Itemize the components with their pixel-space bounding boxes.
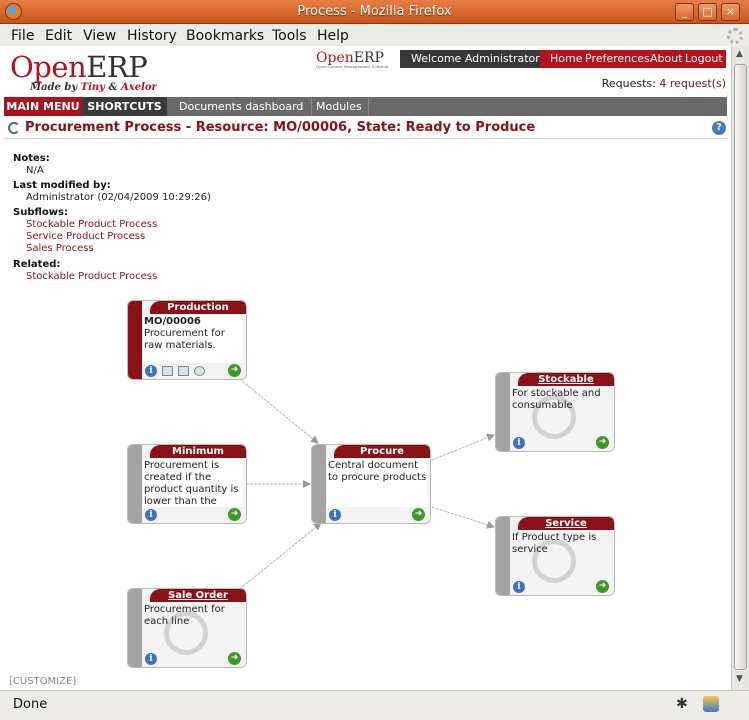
node-procure[interactable]: Procure Central document to procure prod… bbox=[311, 444, 431, 524]
vertical-scrollbar[interactable]: ▲ ▼ bbox=[731, 46, 749, 690]
edge-procure-service bbox=[431, 506, 495, 529]
scroll-down-icon[interactable]: ▼ bbox=[736, 674, 743, 684]
node-stockable-text: For stockable and consumable bbox=[512, 388, 601, 411]
print-icon[interactable] bbox=[178, 366, 189, 376]
go-icon[interactable]: ➜ bbox=[596, 580, 609, 593]
node-sale-order-text: Procurement for each line bbox=[144, 604, 225, 627]
close-button[interactable]: × bbox=[721, 3, 740, 21]
menu-history[interactable]: History bbox=[127, 28, 177, 44]
edge-saleorder-procure bbox=[235, 522, 322, 593]
node-minimum[interactable]: Minimum Procurement is created if the pr… bbox=[127, 444, 247, 524]
node-service-text: If Product type is service bbox=[512, 532, 597, 555]
status-text: Done bbox=[13, 697, 48, 712]
menu-tools[interactable]: Tools bbox=[272, 28, 307, 44]
go-icon[interactable]: ➜ bbox=[412, 508, 425, 521]
info-icon[interactable]: i bbox=[513, 581, 525, 593]
menu-view[interactable]: View bbox=[83, 28, 116, 44]
addon-icon[interactable] bbox=[703, 696, 719, 712]
gears-icon[interactable] bbox=[194, 366, 205, 376]
edge-procure-stockable bbox=[431, 433, 495, 461]
node-stockable[interactable]: Stockable For stockable and consumable i… bbox=[495, 372, 615, 452]
go-icon[interactable]: ➜ bbox=[596, 436, 609, 449]
go-icon[interactable]: ➜ bbox=[228, 652, 241, 665]
edge-production-procure bbox=[235, 375, 319, 444]
menu-file[interactable]: File bbox=[11, 28, 34, 44]
menu-help[interactable]: Help bbox=[317, 28, 349, 44]
menu-edit[interactable]: Edit bbox=[45, 28, 72, 44]
menu-bookmarks[interactable]: Bookmarks bbox=[186, 28, 264, 44]
menu-bar: File Edit View History Bookmarks Tools H… bbox=[0, 24, 749, 46]
node-procure-text: Central document to procure products bbox=[328, 460, 427, 483]
node-sale-order[interactable]: Sale Order Procurement for each line i ➜ bbox=[127, 588, 247, 668]
node-service[interactable]: Service If Product type is service i ➜ bbox=[495, 516, 615, 596]
status-bar: Done ✱ bbox=[0, 690, 749, 720]
info-icon[interactable]: i bbox=[145, 509, 157, 521]
node-production[interactable]: Production MO/00006 Procurement for raw … bbox=[127, 300, 247, 380]
throbber-icon bbox=[727, 28, 743, 44]
minimize-button[interactable]: _ bbox=[675, 3, 694, 21]
node-sale-order-title[interactable]: Sale Order bbox=[150, 589, 246, 602]
customize-link[interactable]: [CUSTOMIZE] bbox=[9, 676, 76, 687]
folder-icon[interactable] bbox=[162, 366, 173, 376]
bug-icon[interactable]: ✱ bbox=[676, 696, 688, 712]
info-icon[interactable]: i bbox=[513, 437, 525, 449]
info-icon[interactable]: i bbox=[145, 653, 157, 665]
node-minimum-title: Minimum bbox=[150, 445, 246, 458]
node-production-code: MO/00006 bbox=[144, 316, 201, 327]
go-icon[interactable]: ➜ bbox=[228, 508, 241, 521]
node-procure-title: Procure bbox=[334, 445, 430, 458]
page-content: OpenERP Made by Tiny & Axelor OpenERP Op… bbox=[0, 46, 731, 690]
scroll-up-icon[interactable]: ▲ bbox=[736, 49, 743, 59]
window-title: Process - Mozilla Firefox bbox=[297, 4, 452, 19]
window-titlebar: Process - Mozilla Firefox _ □ × bbox=[0, 0, 749, 24]
maximize-button[interactable]: □ bbox=[698, 3, 717, 21]
info-icon[interactable]: i bbox=[145, 365, 157, 377]
node-production-text: Procurement for raw materials. bbox=[144, 328, 225, 351]
node-service-title[interactable]: Service bbox=[518, 517, 614, 530]
scrollbar-thumb[interactable] bbox=[734, 64, 747, 670]
info-icon[interactable]: i bbox=[329, 509, 341, 521]
node-stockable-title[interactable]: Stockable bbox=[518, 373, 614, 386]
workflow-edges bbox=[235, 375, 495, 593]
node-minimum-text: Procurement is created if the product qu… bbox=[144, 460, 239, 507]
node-production-title: Production bbox=[150, 301, 246, 314]
go-icon[interactable]: ➜ bbox=[228, 364, 241, 377]
